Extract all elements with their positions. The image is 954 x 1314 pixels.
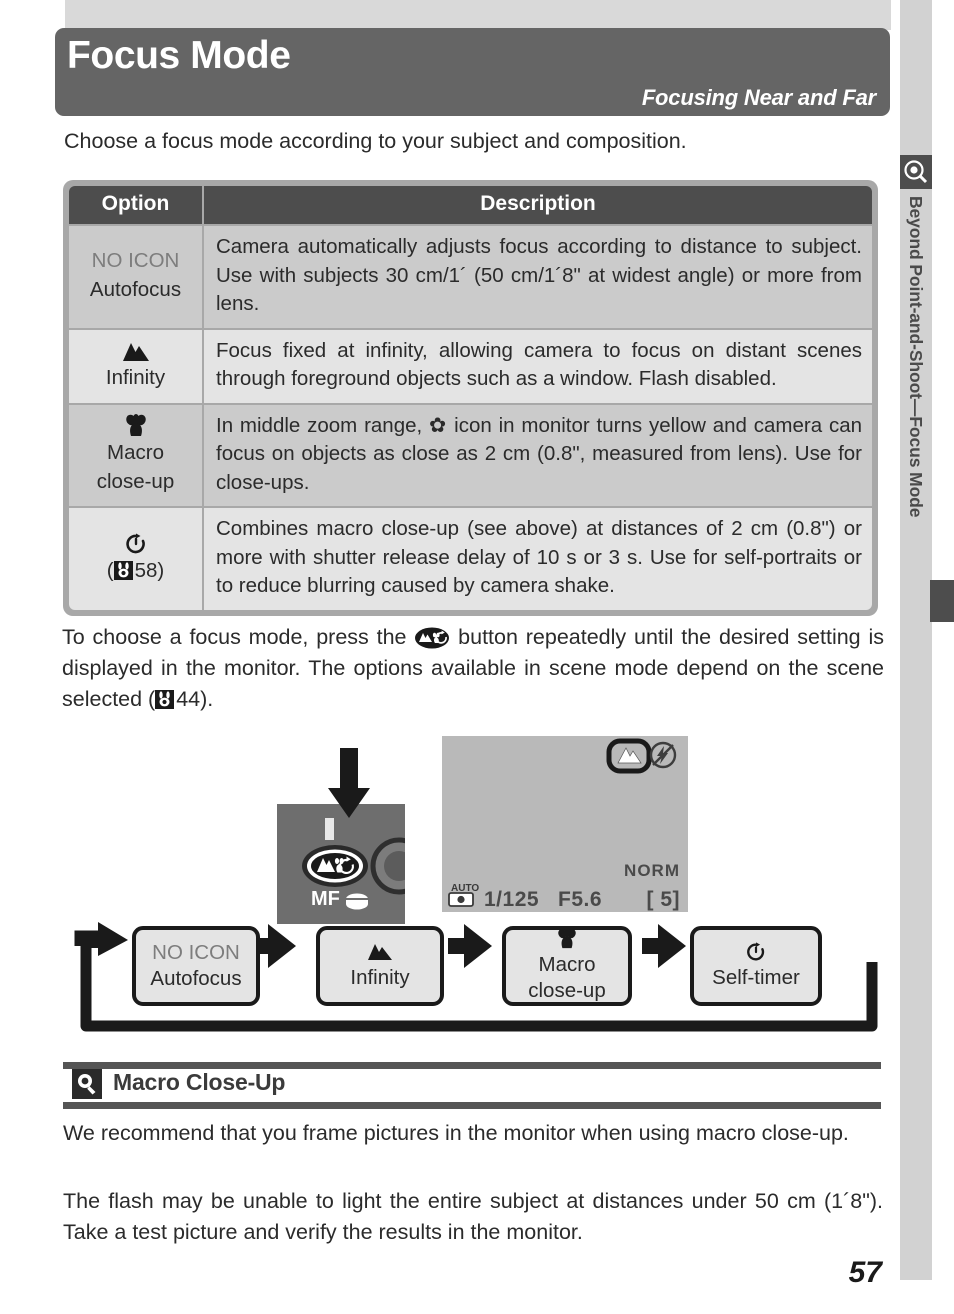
page-header-banner: Focus Mode Focusing Near and Far — [55, 28, 890, 116]
tip-paragraph-2: The flash may be unable to light the ent… — [63, 1189, 883, 1244]
reference-page: 58 — [134, 559, 158, 582]
chapter-sidebar-label: Beyond Point-and-Shoot—Focus Mode — [900, 196, 932, 626]
flower-macro-icon — [555, 928, 579, 952]
intro-paragraph: Choose a focus mode according to your su… — [64, 129, 687, 153]
focus-mode-illustration: MF NORM AUTO 1/125 F5.6 [5] — [62, 718, 886, 924]
no-icon-label: NO ICON — [152, 941, 240, 964]
flow-step-label: Infinity — [350, 966, 410, 989]
page-number: 57 — [848, 1256, 882, 1289]
focus-mode-table: Option Description NO ICON Autofocus Cam… — [63, 180, 878, 616]
tip-divider-bottom — [63, 1102, 881, 1109]
description-cell: In middle zoom range, ✿ icon in monitor … — [204, 404, 872, 506]
svg-text:[ 5]: [ 5] — [647, 888, 681, 911]
chapter-tab-marker — [930, 580, 954, 622]
table-row: (58) Combines macro close-up (see above)… — [69, 508, 872, 610]
column-header-description: Description — [204, 186, 872, 224]
flow-step-macro[interactable]: Macro close-up — [502, 926, 632, 1006]
instruction-text-part3: ). — [200, 687, 214, 711]
page-subtitle: Focusing Near and Far — [641, 85, 876, 110]
option-label: Macro — [107, 441, 164, 465]
tip-divider-top — [63, 1062, 881, 1069]
reference-page: 44 — [176, 687, 201, 711]
description-cell: Camera automatically adjusts focus accor… — [204, 226, 872, 328]
focus-mode-button-icon — [414, 627, 450, 649]
description-cell: Focus fixed at infinity, allowing camera… — [204, 329, 872, 403]
description-cell: Combines macro close-up (see above) at d… — [204, 508, 872, 610]
option-label: Infinity — [105, 366, 166, 390]
page-reference-icon — [113, 561, 133, 580]
camera-monitor-illustration: NORM AUTO 1/125 F5.6 [ 5] — [440, 734, 690, 914]
table-header-row: Option Description — [69, 186, 872, 224]
self-timer-icon — [73, 530, 198, 556]
flow-step-label-2: close-up — [528, 979, 606, 1002]
option-label: Autofocus — [89, 277, 182, 301]
magnifier-camera-icon — [900, 155, 932, 189]
top-decorative-band — [65, 0, 891, 30]
svg-text:F5.6: F5.6 — [558, 888, 602, 911]
table-row: Infinity Focus fixed at infinity, allowi… — [69, 329, 872, 403]
no-icon-label: NO ICON — [91, 249, 180, 273]
self-timer-icon — [745, 941, 767, 965]
pointer-arrow-icon — [326, 748, 372, 825]
svg-text:NORM: NORM — [624, 861, 680, 880]
option-cell-macro: Macro close-up — [69, 404, 202, 506]
flow-step-infinity[interactable]: Infinity — [316, 926, 444, 1006]
instruction-paragraph: To choose a focus mode, press the button… — [62, 622, 884, 715]
option-cell-infinity: Infinity — [69, 329, 202, 403]
chapter-sidebar-text: Beyond Point-and-Shoot—Focus Mode — [906, 196, 926, 518]
page-reference-icon — [155, 690, 175, 709]
option-cell-self-timer: (58) — [69, 508, 202, 610]
svg-text:1/125: 1/125 — [484, 888, 539, 911]
option-label-2: close-up — [96, 469, 175, 493]
flow-step-self-timer[interactable]: Self-timer — [690, 926, 822, 1006]
focus-mode-cycle-diagram: NO ICON Autofocus Infinity Macro close-u… — [62, 922, 886, 1040]
option-cell-autofocus: NO ICON Autofocus — [69, 226, 202, 328]
tip-paragraph-1: We recommend that you frame pictures in … — [63, 1121, 849, 1145]
table-row: NO ICON Autofocus Camera automatically a… — [69, 226, 872, 328]
mountain-infinity-icon — [73, 337, 198, 363]
page-title: Focus Mode — [67, 34, 291, 77]
flow-step-autofocus[interactable]: NO ICON Autofocus — [132, 926, 260, 1006]
tip-title: Macro Close-Up — [113, 1069, 286, 1095]
tip-lightbulb-icon — [72, 1069, 102, 1099]
svg-text:MF: MF — [311, 888, 340, 910]
chapter-sidebar — [900, 0, 932, 1280]
flow-step-label: Macro — [538, 953, 596, 976]
option-label: (58) — [106, 559, 165, 582]
column-header-option: Option — [69, 186, 202, 224]
flower-macro-icon — [73, 412, 198, 438]
table-row: Macro close-up In middle zoom range, ✿ i… — [69, 404, 872, 506]
flow-step-label: Autofocus — [150, 967, 242, 990]
instruction-text-part1: To choose a focus mode, press the — [62, 625, 407, 649]
mountain-infinity-icon — [366, 941, 394, 965]
flow-step-label: Self-timer — [712, 966, 800, 989]
